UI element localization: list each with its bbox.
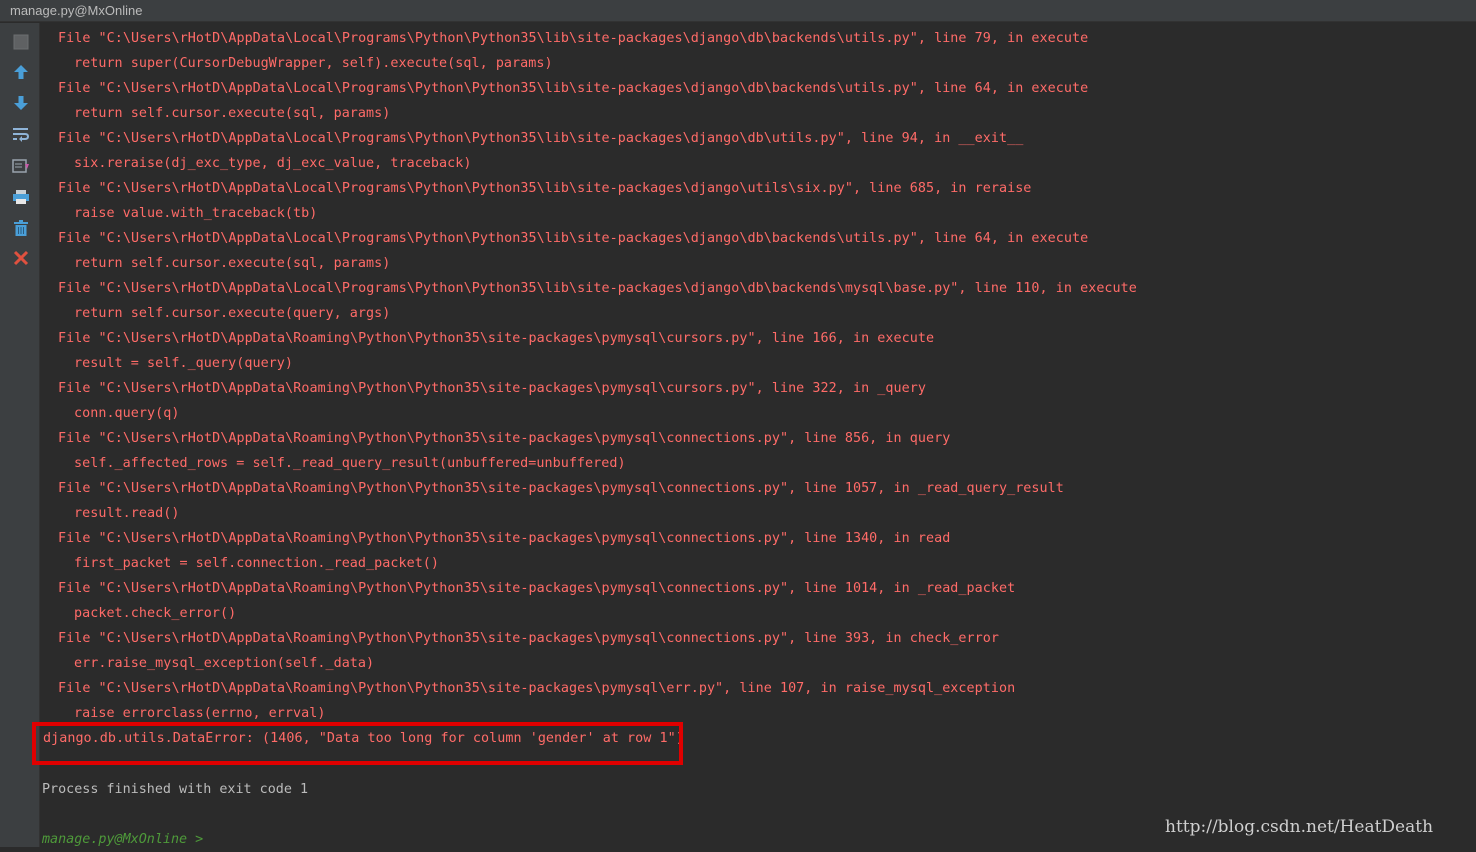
traceback-file-line: File "C:\Users\rHotD\AppData\Roaming\Pyt… [58, 531, 951, 546]
traceback-code-line: return self.cursor.execute(sql, params) [74, 106, 391, 121]
arrow-up-icon[interactable] [10, 61, 32, 83]
traceback-file-line: File "C:\Users\rHotD\AppData\Roaming\Pyt… [58, 331, 935, 346]
arrow-down-icon[interactable] [10, 92, 32, 114]
traceback-code-line: packet.check_error() [74, 606, 237, 621]
traceback-file-line: File "C:\Users\rHotD\AppData\Local\Progr… [58, 131, 1024, 146]
print-icon[interactable] [10, 186, 32, 208]
traceback-code-line: self._affected_rows = self._read_query_r… [74, 456, 626, 471]
watermark: http://blog.csdn.net/HeatDeath [1165, 817, 1434, 837]
traceback-code-line: six.reraise(dj_exc_type, dj_exc_value, t… [74, 156, 472, 171]
close-icon[interactable] [10, 247, 32, 269]
traceback-code-line: return self.cursor.execute(query, args) [74, 306, 391, 321]
traceback-file-line: File "C:\Users\rHotD\AppData\Roaming\Pyt… [58, 381, 926, 396]
traceback-code-line: return self.cursor.execute(sql, params) [74, 256, 391, 271]
traceback-file-line: File "C:\Users\rHotD\AppData\Local\Progr… [58, 81, 1089, 96]
traceback-code-line: result = self._query(query) [74, 356, 294, 371]
traceback-file-line: File "C:\Users\rHotD\AppData\Roaming\Pyt… [58, 431, 951, 446]
trash-icon[interactable] [10, 217, 32, 239]
traceback-file-line: File "C:\Users\rHotD\AppData\Local\Progr… [58, 31, 1089, 46]
window-title: manage.py@MxOnline [0, 0, 1476, 22]
traceback-file-line: File "C:\Users\rHotD\AppData\Roaming\Pyt… [58, 481, 1064, 496]
traceback-file-line: File "C:\Users\rHotD\AppData\Local\Progr… [58, 181, 1032, 196]
traceback-file-line: File "C:\Users\rHotD\AppData\Roaming\Pyt… [58, 681, 1016, 696]
traceback-file-line: File "C:\Users\rHotD\AppData\Roaming\Pyt… [58, 581, 1016, 596]
traceback-code-line: first_packet = self.connection._read_pac… [74, 556, 440, 571]
soft-wrap-icon[interactable] [10, 123, 32, 145]
console-prompt[interactable]: manage.py@MxOnline > [42, 827, 211, 852]
traceback-file-line: File "C:\Users\rHotD\AppData\Roaming\Pyt… [58, 631, 999, 646]
traceback-code-line: result.read() [74, 506, 180, 521]
process-exit-message: Process finished with exit code 1 [42, 782, 309, 797]
stop-icon[interactable] [10, 31, 32, 53]
traceback-file-line: File "C:\Users\rHotD\AppData\Local\Progr… [58, 281, 1137, 296]
traceback-code-line: err.raise_mysql_exception(self._data) [74, 656, 375, 671]
traceback-code-line: conn.query(q) [74, 406, 180, 421]
traceback-file-line: File "C:\Users\rHotD\AppData\Local\Progr… [58, 231, 1089, 246]
scroll-to-end-icon[interactable] [10, 155, 32, 177]
traceback-code-line: return super(CursorDebugWrapper, self).e… [74, 56, 553, 71]
error-highlight-box [32, 722, 683, 765]
traceback-code-line: raise value.with_traceback(tb) [74, 206, 318, 221]
